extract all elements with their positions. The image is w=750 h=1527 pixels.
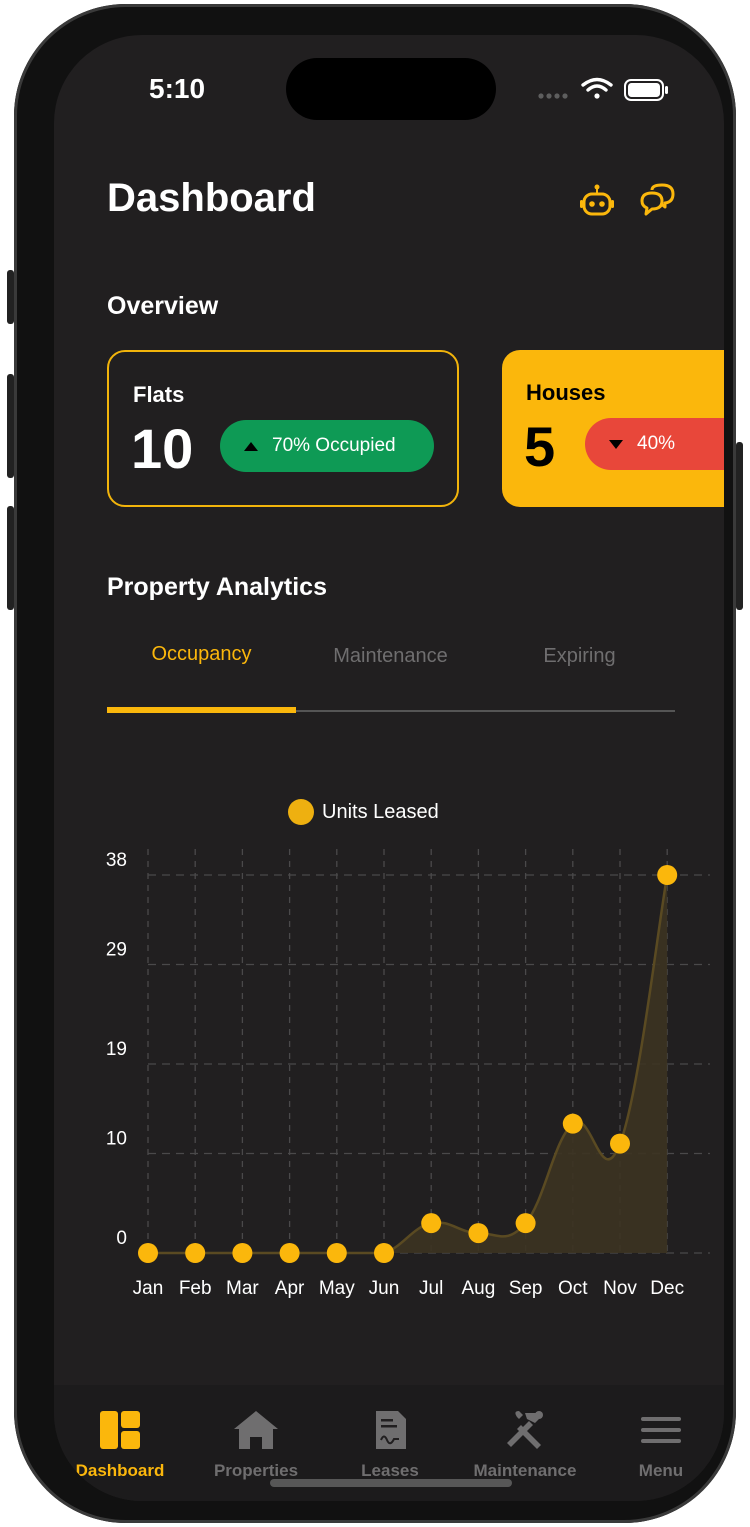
- page-title: Dashboard: [107, 176, 316, 220]
- data-point: [374, 1243, 394, 1263]
- tab-dashboard-label: Dashboard: [75, 1461, 165, 1480]
- tab-menu-label: Menu: [638, 1461, 684, 1480]
- data-point: [138, 1243, 158, 1263]
- tab-occupancy[interactable]: Occupancy: [107, 643, 296, 666]
- tab-maintenance-nav-label: Maintenance: [473, 1461, 577, 1480]
- data-point: [326, 1243, 347, 1263]
- tools-icon: [507, 1411, 543, 1449]
- wifi-icon: [581, 77, 613, 99]
- dashboard-icon: [100, 1411, 140, 1449]
- tab-dashboard[interactable]: Dashboard: [60, 1409, 180, 1480]
- arrow-down-icon: [609, 439, 623, 449]
- x-tick-label: May: [319, 1278, 355, 1299]
- x-tick-label: Jan: [133, 1278, 164, 1299]
- status-icons: [538, 77, 668, 101]
- data-point: [279, 1243, 300, 1263]
- battery-icon: [624, 79, 668, 101]
- analytics-tabs: Occupancy Maintenance Expiring: [107, 643, 675, 715]
- tab-properties-label: Properties: [213, 1461, 299, 1480]
- x-tick-label: Mar: [226, 1278, 259, 1299]
- tab-active-indicator: [107, 707, 296, 713]
- home-icon: [234, 1411, 278, 1449]
- dynamic-island: [286, 58, 496, 120]
- flats-count: 10: [131, 417, 194, 480]
- tab-leases[interactable]: Leases: [330, 1409, 450, 1480]
- app-screen: 5:10 Dashboard Overview Flats 10 70% Occ…: [54, 35, 724, 1501]
- document-icon: [376, 1411, 406, 1449]
- tab-expiring[interactable]: Expiring: [485, 645, 674, 668]
- volume-down-button: [7, 506, 14, 610]
- legend-label: Units Leased: [322, 800, 439, 823]
- overview-title: Overview: [107, 292, 219, 320]
- home-indicator: [270, 1479, 512, 1487]
- y-tick-label: 0: [116, 1228, 127, 1249]
- data-point: [610, 1133, 630, 1154]
- tab-leases-label: Leases: [361, 1461, 419, 1480]
- phone-frame: 5:10 Dashboard Overview Flats 10 70% Occ…: [7, 4, 743, 1523]
- x-tick-label: Feb: [179, 1278, 212, 1299]
- mute-switch: [7, 270, 14, 324]
- x-tick-label: Aug: [461, 1278, 495, 1299]
- houses-count: 5: [524, 415, 556, 478]
- arrow-up-icon: [244, 441, 258, 451]
- tab-properties[interactable]: Properties: [196, 1409, 316, 1480]
- tab-maintenance[interactable]: Maintenance: [296, 645, 485, 668]
- x-tick-label: Apr: [275, 1278, 305, 1299]
- x-tick-label: Jun: [369, 1278, 400, 1299]
- houses-occupancy-text: 40%: [637, 433, 676, 454]
- power-button: [736, 442, 743, 610]
- x-tick-label: Dec: [650, 1278, 684, 1299]
- data-point: [515, 1213, 536, 1234]
- x-tick-label: Sep: [509, 1278, 543, 1299]
- x-tick-label: Jul: [419, 1278, 443, 1299]
- x-tick-label: Nov: [603, 1278, 637, 1299]
- data-point: [562, 1113, 583, 1134]
- flats-occupancy-text: 70% Occupied: [272, 435, 396, 456]
- status-time: 5:10: [149, 73, 206, 104]
- volume-up-button: [7, 374, 14, 478]
- tab-maintenance-nav[interactable]: Maintenance: [465, 1409, 585, 1480]
- data-point: [468, 1223, 489, 1244]
- y-tick-label: 29: [106, 940, 127, 961]
- flats-occupancy-badge: 70% Occupied: [220, 420, 434, 472]
- analytics-title: Property Analytics: [107, 573, 327, 601]
- y-tick-label: 10: [106, 1129, 127, 1150]
- y-tick-label: 38: [106, 850, 127, 871]
- units-leased-chart: 0 10 19 29 38 Jan Feb Mar Apr May Jun Jul Aug Sep Oct N…: [106, 849, 710, 1299]
- houses-occupancy-badge: 40%: [585, 418, 724, 470]
- houses-label: Houses: [526, 380, 606, 405]
- robot-icon[interactable]: [578, 182, 616, 220]
- signal-icon: [538, 93, 568, 99]
- legend-marker: [288, 799, 314, 825]
- data-point: [657, 865, 678, 885]
- data-point: [232, 1243, 253, 1263]
- hamburger-menu-icon: [641, 1417, 681, 1443]
- flats-card[interactable]: Flats 10 70% Occupied: [107, 350, 459, 507]
- x-tick-label: Oct: [558, 1278, 588, 1299]
- chart-legend: Units Leased: [288, 797, 439, 827]
- data-point: [421, 1213, 442, 1234]
- tab-menu[interactable]: Menu: [601, 1409, 721, 1480]
- chat-bubble-icon[interactable]: [638, 182, 676, 220]
- flats-label: Flats: [133, 382, 185, 407]
- houses-card[interactable]: Houses 5 40%: [502, 350, 724, 507]
- y-tick-label: 19: [106, 1039, 127, 1060]
- data-point: [185, 1243, 206, 1263]
